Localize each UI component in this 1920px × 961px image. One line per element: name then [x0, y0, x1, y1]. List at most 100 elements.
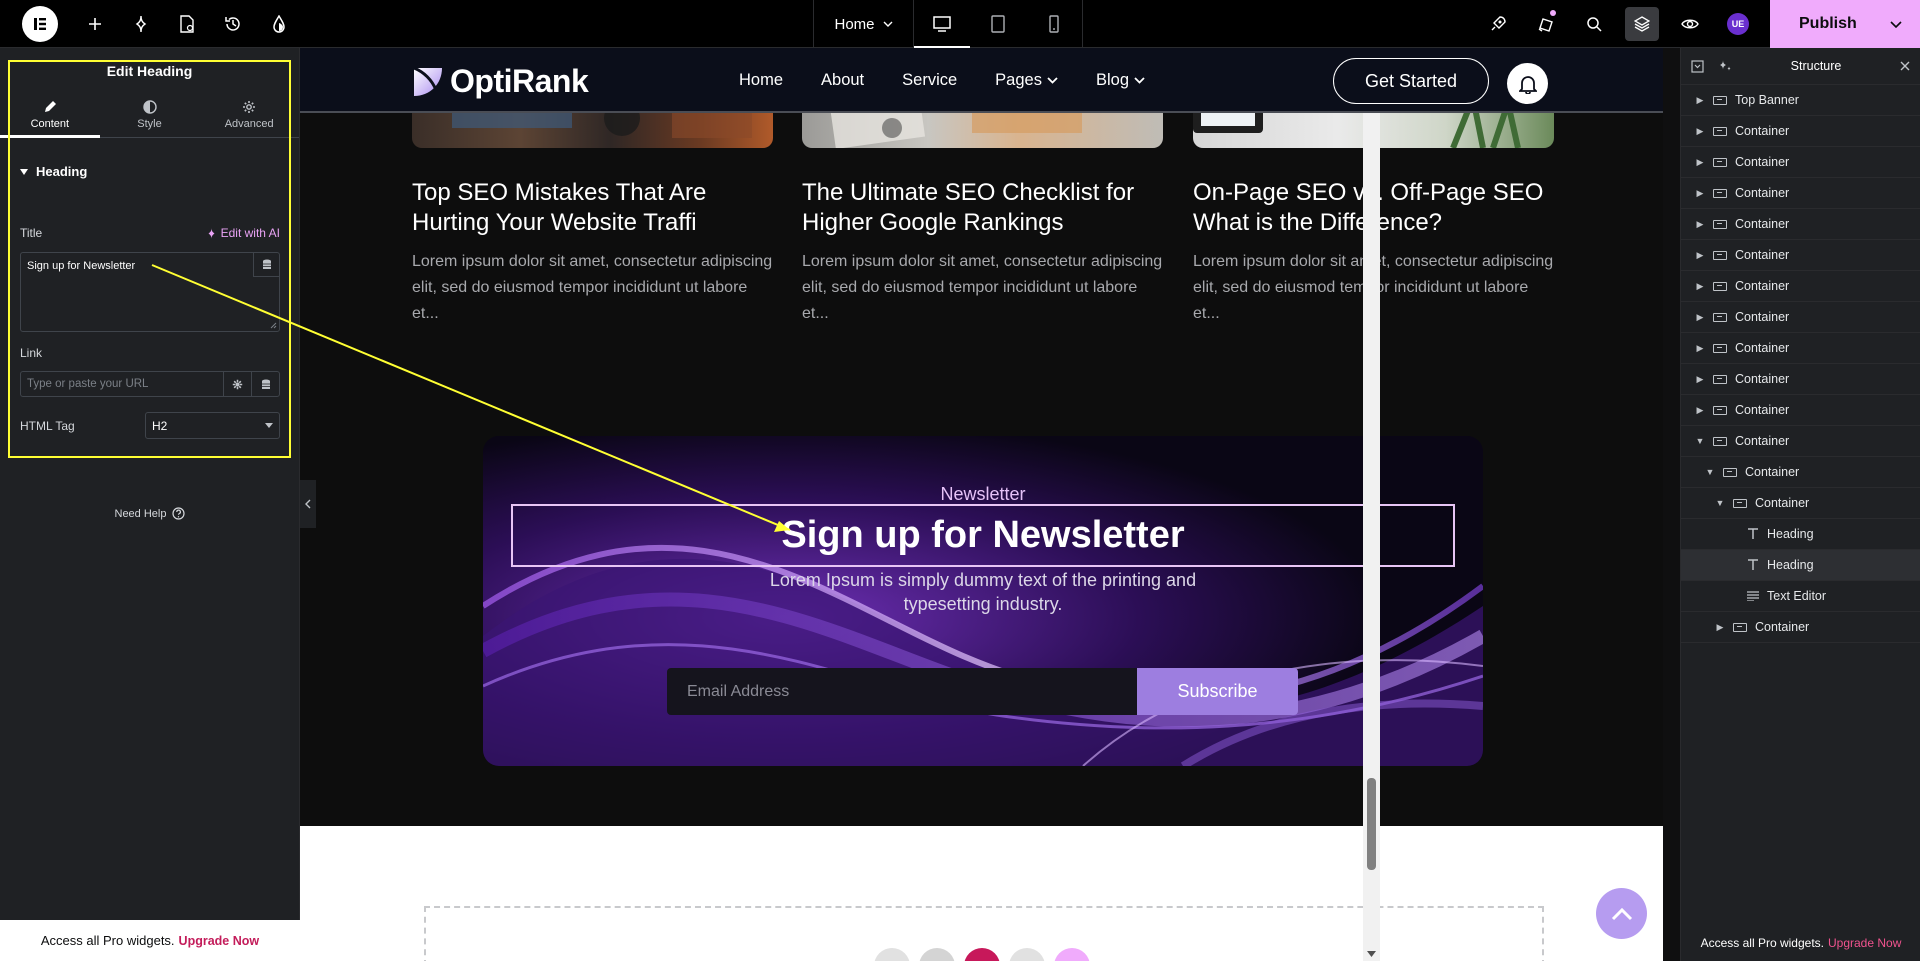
caret-right-icon[interactable]: ▶	[1695, 312, 1705, 323]
caret-right-icon[interactable]: ▶	[1695, 405, 1705, 416]
structure-item[interactable]: ▶ Container	[1681, 364, 1920, 395]
preview-eye-icon[interactable]	[1666, 0, 1714, 48]
nav-blog[interactable]: Blog	[1096, 71, 1145, 90]
mobile-view-button[interactable]	[1026, 0, 1082, 48]
structure-item-label: Container	[1735, 403, 1790, 417]
link-input[interactable]: Type or paste your URL	[20, 371, 280, 397]
structure-item-label: Container	[1735, 341, 1790, 355]
tab-style[interactable]: Style	[100, 92, 200, 137]
nav-service[interactable]: Service	[902, 71, 957, 90]
post-title-2[interactable]: The Ultimate SEO Checklist for Higher Go…	[802, 178, 1167, 238]
post-title-1[interactable]: Top SEO Mistakes That Are Hurting Your W…	[412, 178, 777, 238]
need-help-link[interactable]: Need Help	[0, 507, 300, 520]
structure-upgrade-link[interactable]: Upgrade Now	[1828, 936, 1901, 950]
tablet-view-button[interactable]	[970, 0, 1026, 48]
caret-right-icon[interactable]: ▶	[1695, 374, 1705, 385]
caret-right-icon[interactable]: ▶	[1695, 219, 1705, 230]
notifications-icon[interactable]	[1522, 0, 1570, 48]
caret-right-icon[interactable]: ▶	[1695, 250, 1705, 261]
caret-right-icon[interactable]: ▶	[1695, 95, 1705, 106]
structure-layers-icon[interactable]	[1625, 7, 1659, 41]
structure-item-label: Container	[1735, 217, 1790, 231]
email-input[interactable]: Email Address	[667, 668, 1137, 715]
container-icon	[1723, 467, 1737, 477]
history-icon[interactable]	[210, 0, 256, 48]
add-element-icon[interactable]	[72, 0, 118, 48]
structure-item[interactable]: ▶ Container	[1681, 178, 1920, 209]
structure-item[interactable]: ▼ Container	[1681, 426, 1920, 457]
structure-panel: Structure ▶ Top Banner ▶ Container ▶ Containe…	[1680, 48, 1920, 961]
structure-item[interactable]: ▼ Container	[1681, 457, 1920, 488]
caret-right-icon[interactable]: ▶	[1695, 188, 1705, 199]
section-heading-toggle[interactable]: Heading	[0, 164, 299, 179]
desktop-view-button[interactable]	[914, 0, 970, 48]
caret-right-icon[interactable]: ▶	[1715, 622, 1725, 633]
search-icon[interactable]	[1570, 0, 1618, 48]
close-icon[interactable]	[1900, 61, 1910, 71]
get-started-button[interactable]: Get Started	[1333, 58, 1489, 104]
structure-item-label: Container	[1735, 434, 1790, 448]
tab-advanced[interactable]: Advanced	[199, 92, 299, 137]
structure-ai-icon[interactable]	[1718, 59, 1732, 73]
canvas-scrollbar[interactable]	[1363, 48, 1380, 961]
ai-sparkle-icon	[208, 227, 215, 239]
scroll-to-top-button[interactable]	[1596, 888, 1647, 939]
site-settings-drop-icon[interactable]	[256, 0, 302, 48]
structure-item[interactable]: ▶ Container	[1681, 116, 1920, 147]
structure-item[interactable]: Text Editor	[1681, 581, 1920, 612]
link-options-button[interactable]	[223, 372, 251, 396]
collapse-all-icon[interactable]	[1691, 59, 1704, 73]
collapse-panel-button[interactable]	[300, 480, 316, 528]
caret-down-icon[interactable]: ▼	[1705, 467, 1715, 477]
caret-right-icon[interactable]: ▶	[1695, 281, 1705, 292]
chevron-up-icon	[1611, 907, 1632, 920]
bell-icon[interactable]	[1507, 63, 1548, 104]
dynamic-tags-button[interactable]	[253, 253, 279, 277]
publish-button[interactable]: Publish	[1770, 0, 1920, 48]
html-tag-label: HTML Tag	[20, 419, 75, 433]
title-textarea[interactable]: Sign up for Newsletter	[20, 252, 280, 332]
chevron-down-icon[interactable]	[1890, 20, 1902, 28]
html-tag-select[interactable]: H2	[145, 412, 280, 439]
tab-content[interactable]: Content	[0, 92, 100, 138]
caret-down-icon[interactable]: ▼	[1695, 436, 1705, 446]
upgrade-now-link[interactable]: Upgrade Now	[179, 934, 260, 948]
container-icon	[1713, 95, 1727, 105]
site-logo[interactable]: OptiRank	[412, 63, 589, 100]
ai-sparkle-icon[interactable]	[118, 0, 164, 48]
structure-item[interactable]: ▶ Container	[1681, 395, 1920, 426]
nav-about[interactable]: About	[821, 71, 864, 90]
structure-item[interactable]: ▶ Container	[1681, 271, 1920, 302]
structure-item[interactable]: ▶ Container	[1681, 209, 1920, 240]
caret-right-icon[interactable]: ▶	[1695, 157, 1705, 168]
heading-icon	[1747, 528, 1759, 540]
edit-with-ai-button[interactable]: Edit with AI	[206, 226, 280, 240]
structure-item[interactable]: ▶ Container	[1681, 333, 1920, 364]
scrollbar-thumb[interactable]	[1367, 778, 1376, 870]
newsletter-heading-selected[interactable]: Sign up for Newsletter	[511, 504, 1455, 567]
page-select[interactable]: Home	[814, 0, 914, 48]
user-avatar[interactable]: UE	[1714, 0, 1762, 48]
caret-right-icon[interactable]: ▶	[1695, 126, 1705, 137]
caret-right-icon[interactable]: ▶	[1695, 343, 1705, 354]
structure-item[interactable]: ▼ Container	[1681, 488, 1920, 519]
structure-item[interactable]: ▶ Top Banner	[1681, 85, 1920, 116]
structure-item[interactable]: ▶ Container	[1681, 147, 1920, 178]
subscribe-button[interactable]: Subscribe	[1137, 668, 1298, 715]
tablet-icon	[991, 15, 1005, 33]
structure-item[interactable]: Heading	[1681, 550, 1920, 581]
nav-home[interactable]: Home	[739, 71, 783, 90]
nav-pages[interactable]: Pages	[995, 71, 1058, 90]
page-settings-icon[interactable]	[164, 0, 210, 48]
caret-down-icon[interactable]: ▼	[1715, 498, 1725, 508]
structure-item[interactable]: Heading	[1681, 519, 1920, 550]
pro-text: Access all Pro widgets.	[40, 933, 175, 948]
container-icon	[1713, 188, 1727, 198]
structure-item[interactable]: ▶ Container	[1681, 612, 1920, 643]
structure-item[interactable]: ▶ Container	[1681, 240, 1920, 271]
structure-item[interactable]: ▶ Container	[1681, 302, 1920, 333]
edit-with-ai-label: Edit with AI	[220, 226, 280, 240]
link-dynamic-tags-button[interactable]	[251, 372, 279, 396]
elementor-logo-icon[interactable]	[22, 5, 58, 42]
rocket-icon[interactable]	[1474, 0, 1522, 48]
